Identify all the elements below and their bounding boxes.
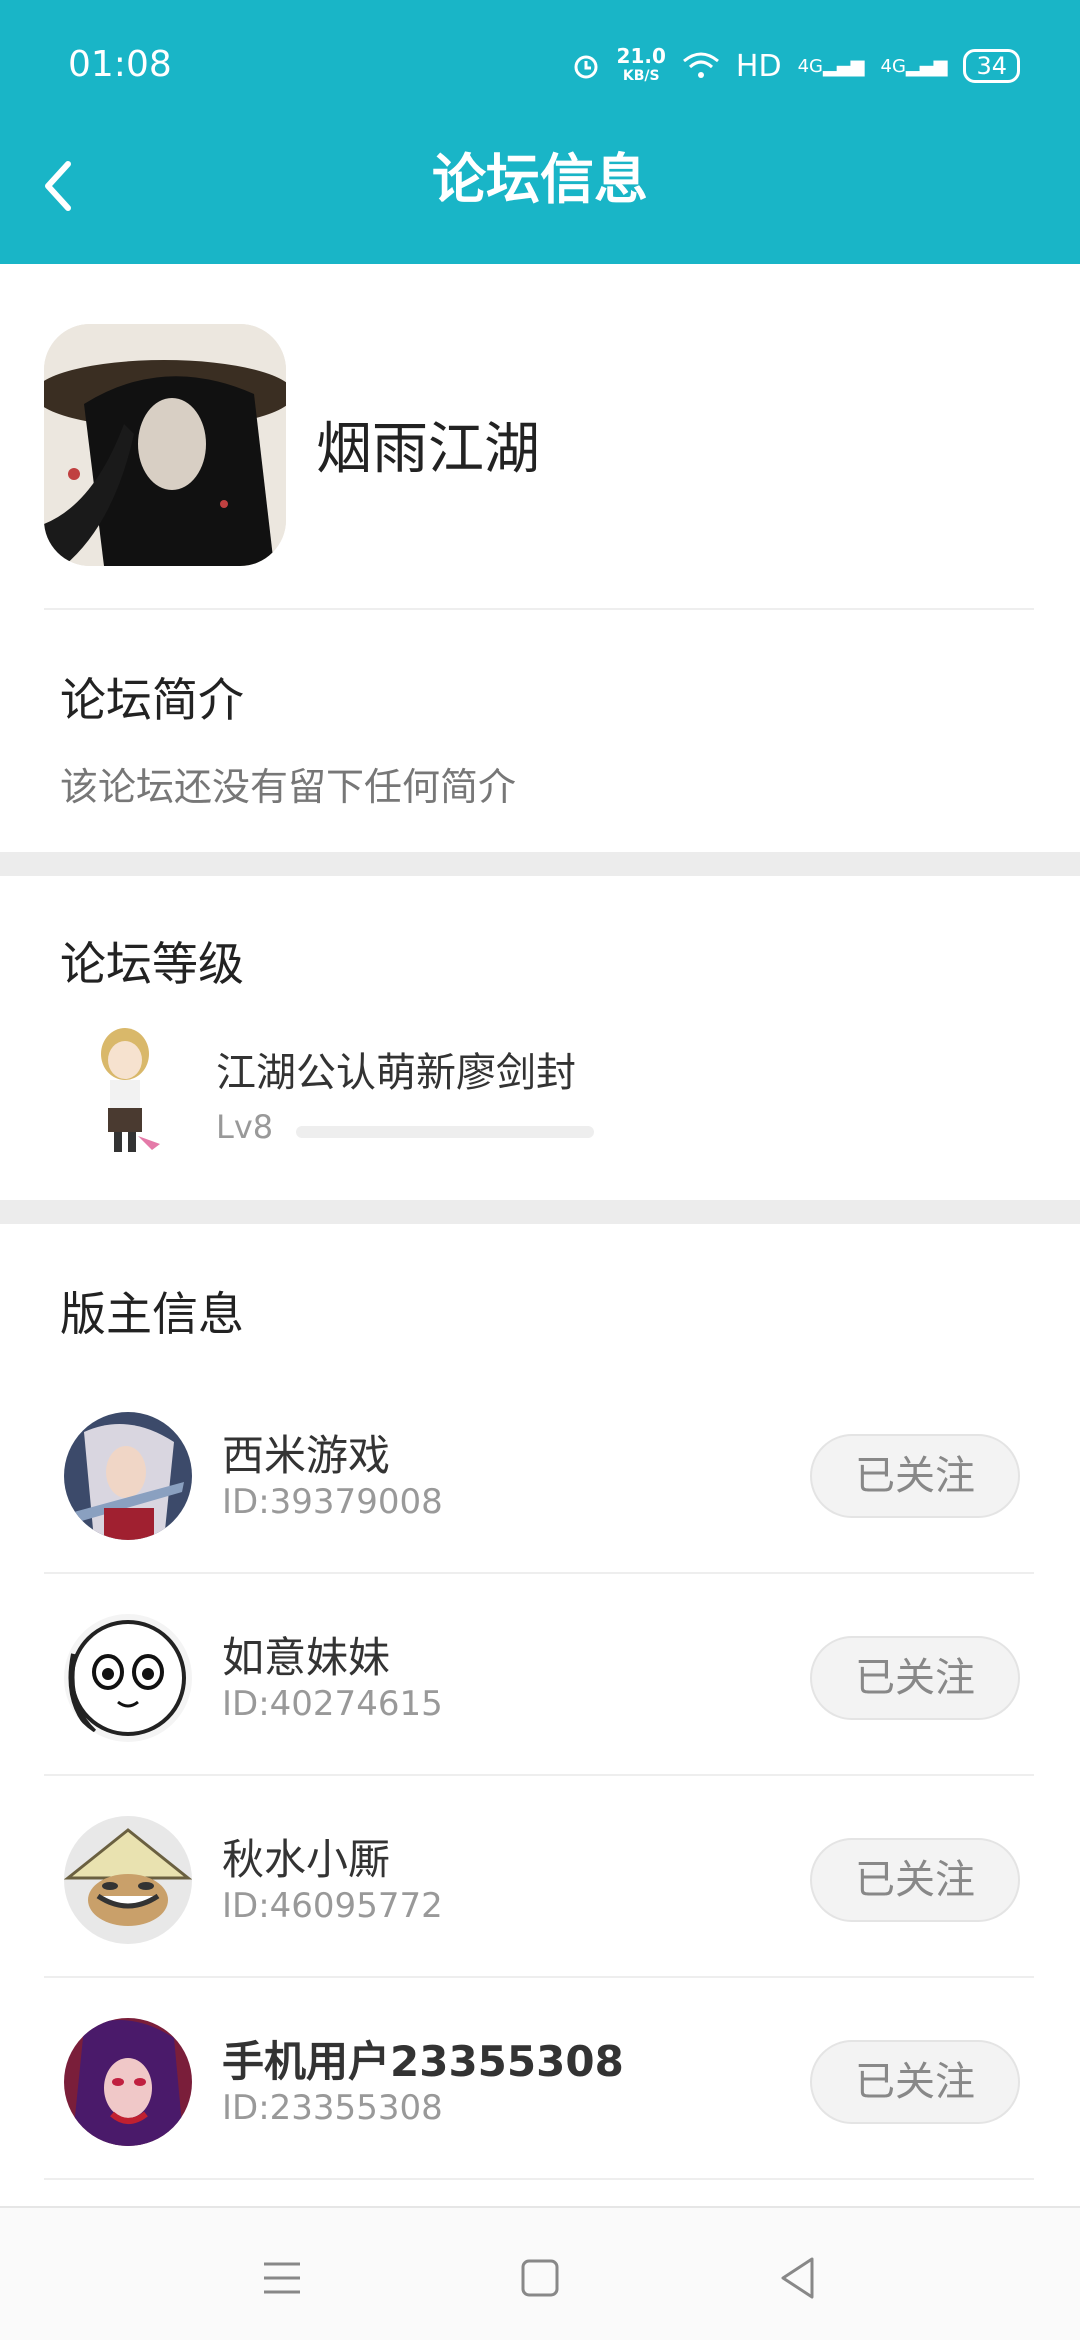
alarm-icon [574, 55, 598, 79]
section-gap [0, 852, 1080, 876]
moderator-name: 西米游戏 [222, 1431, 391, 1480]
net1-label: 4G [797, 55, 823, 77]
moderator-id: ID:39379008 [222, 1482, 443, 1522]
level-avatar [80, 1024, 170, 1160]
menu-nav-button[interactable] [252, 2248, 312, 2308]
moderator-id: ID:23355308 [222, 2088, 443, 2128]
forum-header: 烟雨江湖 [0, 264, 1080, 610]
status-time: 01:08 [68, 44, 172, 85]
speed-unit: KB/S [622, 68, 660, 84]
signal-4g-2: 4G▂▄▆ [880, 55, 948, 77]
moderator-row: 手机用户23355308 ID:23355308 已关注 [0, 1978, 1080, 2180]
battery-indicator: 34 [963, 49, 1020, 83]
moderator-row: 如意妹妹 ID:40274615 已关注 [0, 1574, 1080, 1776]
network-speed: 21.0 KB/S [617, 46, 666, 86]
divider [44, 2178, 1034, 2180]
moderator-name: 手机用户23355308 [222, 2037, 624, 2086]
intro-title: 论坛简介 [60, 673, 244, 727]
intro-text: 该论坛还没有留下任何简介 [60, 765, 517, 809]
level-title: 论坛等级 [60, 937, 244, 991]
signal-4g-1: 4G▂▄▆ [797, 55, 865, 77]
moderators-title: 版主信息 [60, 1287, 244, 1341]
menu-icon [264, 2262, 300, 2294]
system-nav-bar [0, 2206, 1080, 2340]
avatar[interactable] [64, 1614, 192, 1742]
avatar[interactable] [64, 1412, 192, 1540]
followed-button[interactable]: 已关注 [810, 1838, 1020, 1922]
level-label: Lv8 [216, 1108, 274, 1146]
section-gap [0, 1200, 1080, 1224]
moderator-id: ID:46095772 [222, 1886, 443, 1926]
app-header: 01:08 21.0 KB/S HD 4G▂▄▆ 4G▂▄▆ 34 论坛信息 [0, 0, 1080, 264]
moderator-name: 秋水小厮 [222, 1835, 391, 1884]
wifi-icon [682, 52, 719, 78]
forum-name: 烟雨江湖 [316, 417, 540, 482]
hd-label: HD [735, 48, 782, 84]
back-triangle-icon [781, 2257, 814, 2299]
followed-button[interactable]: 已关注 [810, 1434, 1020, 1518]
moderator-id: ID:40274615 [222, 1684, 443, 1724]
moderator-row: 西米游戏 ID:39379008 已关注 [0, 1372, 1080, 1574]
page-title: 论坛信息 [432, 148, 648, 211]
speed-value: 21.0 [616, 44, 666, 68]
status-bar: 01:08 21.0 KB/S HD 4G▂▄▆ 4G▂▄▆ 34 [0, 0, 1080, 132]
back-nav-button[interactable] [768, 2248, 828, 2308]
divider [44, 608, 1034, 610]
home-square-icon [521, 2259, 559, 2297]
moderator-row: 秋水小厮 ID:46095772 已关注 [0, 1776, 1080, 1978]
home-nav-button[interactable] [510, 2248, 570, 2308]
avatar[interactable] [64, 1816, 192, 1944]
level-progress-bar [296, 1126, 594, 1138]
level-name: 江湖公认萌新廖剑封 [216, 1050, 576, 1096]
net2-label: 4G [880, 55, 906, 77]
followed-button[interactable]: 已关注 [810, 1636, 1020, 1720]
moderator-name: 如意妹妹 [222, 1633, 391, 1682]
avatar[interactable] [64, 2018, 192, 2146]
followed-button[interactable]: 已关注 [810, 2040, 1020, 2124]
forum-icon [44, 324, 286, 566]
status-icons: 21.0 KB/S HD 4G▂▄▆ 4G▂▄▆ 34 [571, 46, 1020, 86]
